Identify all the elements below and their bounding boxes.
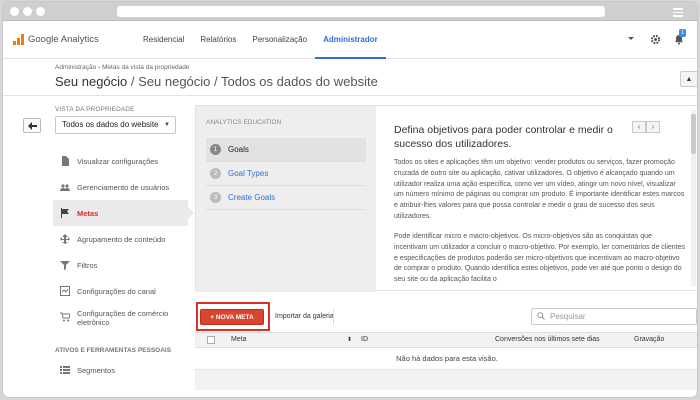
step-label: Goals (228, 145, 249, 154)
search-input[interactable]: Pesquisar (531, 308, 697, 325)
chevron-down-icon[interactable] (625, 33, 637, 45)
segments-list: Segmentos (53, 357, 188, 383)
sort-arrow-icon[interactable]: ⬍ (347, 336, 352, 343)
col-conversions[interactable]: Conversões nos últimos sete dias (495, 336, 600, 343)
bell-icon[interactable]: 1 (673, 29, 687, 45)
address-bar[interactable] (117, 6, 605, 17)
nav-residencial[interactable]: Residencial (135, 21, 192, 59)
col-id[interactable]: ID (361, 336, 368, 343)
view-label: VISTA DA PROPRIEDADE (55, 106, 135, 113)
document-icon (62, 156, 69, 166)
table-empty-message: Não há dados para esta visão. (195, 348, 697, 370)
notification-badge: 1 (679, 29, 687, 37)
account-name[interactable]: Seu negócio (55, 74, 127, 89)
education-pager: ‹ › (632, 121, 660, 133)
ga-header: Google Analytics Residencial Relatórios … (3, 21, 697, 59)
view-select[interactable]: Todos os dados do website ▼ (55, 116, 176, 134)
page-title: Seu negócio / Seu negócio / Todos os dad… (55, 74, 378, 89)
analytics-logo-icon (13, 34, 24, 45)
sidebar-item-segments[interactable]: Segmentos (53, 357, 188, 383)
breadcrumb: Administração › Metas da vista da propri… (55, 64, 189, 71)
gear-icon[interactable] (649, 33, 661, 45)
title-divider (3, 95, 697, 96)
arrow-left-icon (27, 121, 37, 130)
sidebar-item-view-settings[interactable]: Visualizar configurações (53, 148, 188, 174)
sidebar-item-goals[interactable]: Metas (53, 200, 194, 226)
breadcrumb-admin[interactable]: Administração (55, 64, 96, 71)
previous-icon[interactable]: ‹ (632, 121, 646, 133)
education-content: Defina objetivos para poder controlar e … (376, 106, 697, 290)
sidebar-item-label: Configurações do canal (77, 286, 156, 296)
sidebar-item-label: Configurações de comércio eletrônico (77, 309, 169, 327)
nav-personalizacao[interactable]: Personalização (244, 21, 315, 59)
search-placeholder: Pesquisar (550, 312, 586, 321)
main-nav: Residencial Relatórios Personalização Ad… (135, 21, 386, 59)
step-number: 1 (210, 144, 221, 155)
education-steps-panel: ANALYTICS EDUCATION 1 Goals 2 Goal Types… (196, 106, 376, 292)
education-title: Defina objetivos para poder controlar e … (394, 124, 613, 150)
education-paragraph-1: Todos os sites e aplicações têm um objet… (394, 159, 685, 220)
table-footer (195, 370, 697, 390)
property-view-path: / Seu negócio / Todos os dados do websit… (127, 74, 378, 89)
back-button[interactable] (23, 118, 41, 133)
view-select-value: Todos os dados do website (62, 120, 159, 129)
step-goal-types[interactable]: 2 Goal Types (206, 162, 366, 186)
toolbar-divider (333, 309, 334, 325)
step-goals[interactable]: 1 Goals (206, 138, 366, 162)
grouping-icon (60, 234, 70, 244)
step-create-goals[interactable]: 3 Create Goals (206, 186, 366, 210)
sidebar-item-label: Metas (77, 208, 99, 218)
education-scrollbar[interactable] (691, 110, 696, 286)
analytics-education-panel: ANALYTICS EDUCATION 1 Goals 2 Goal Types… (195, 105, 697, 292)
sidebar-item-label: Segmentos (77, 365, 115, 375)
col-meta[interactable]: Meta (231, 336, 247, 343)
step-number: 3 (210, 192, 221, 203)
education-header: ANALYTICS EDUCATION (206, 119, 282, 126)
education-toggle-button[interactable] (680, 71, 697, 87)
segments-icon (60, 366, 70, 374)
ga-logo[interactable]: Google Analytics (13, 34, 99, 45)
window-close-dot[interactable] (10, 7, 19, 16)
sidebar-item-ecommerce-settings[interactable]: Configurações de comércio eletrônico (53, 304, 188, 330)
sidebar-item-channel-settings[interactable]: Configurações do canal (53, 278, 188, 304)
import-from-gallery-button[interactable]: Importar da galeria (275, 313, 334, 320)
nav-administrador[interactable]: Administrador (315, 21, 386, 59)
browser-window: Google Analytics Residencial Relatórios … (3, 2, 697, 397)
flag-icon (61, 208, 69, 218)
col-recording[interactable]: Gravação (634, 336, 664, 343)
header-actions: 1 (625, 29, 687, 45)
users-icon (60, 184, 70, 191)
filter-icon (60, 261, 70, 270)
window-minimize-dot[interactable] (23, 7, 32, 16)
goals-table: Meta ⬍ ID Conversões nos últimos sete di… (195, 332, 697, 390)
browser-chrome (3, 2, 697, 21)
sidebar-item-label: Gerenciamento de usuários (77, 182, 170, 192)
breadcrumb-goals[interactable]: Metas da vista da propriedade (102, 64, 189, 71)
sidebar-item-user-management[interactable]: Gerenciamento de usuários (53, 174, 188, 200)
logo-text: Google Analytics (28, 34, 99, 45)
sidebar-item-content-grouping[interactable]: Agrupamento de conteúdo (53, 226, 188, 252)
education-paragraph-2: Pode identificar micro e macro-objetivos… (394, 233, 686, 284)
sidebar-item-label: Agrupamento de conteúdo (77, 234, 166, 244)
step-label: Goal Types (228, 169, 269, 178)
channel-icon (60, 286, 70, 296)
next-icon[interactable]: › (646, 121, 660, 133)
nav-relatorios[interactable]: Relatórios (192, 21, 244, 59)
personal-tools-label: ATIVOS E FERRAMENTAS PESSOAIS (55, 347, 172, 354)
search-icon (537, 312, 545, 320)
sidebar-item-filters[interactable]: Filtros (53, 252, 188, 278)
education-steps: 1 Goals 2 Goal Types 3 Create Goals (206, 138, 366, 210)
browser-menu-icon[interactable] (671, 6, 685, 17)
sidebar-item-label: Visualizar configurações (77, 156, 159, 166)
cart-icon (60, 312, 70, 322)
sidebar-item-label: Filtros (77, 260, 98, 270)
select-arrow-icon: ▼ (164, 122, 170, 128)
step-number: 2 (210, 168, 221, 179)
table-header: Meta ⬍ ID Conversões nos últimos sete di… (195, 332, 697, 348)
window-maximize-dot[interactable] (36, 7, 45, 16)
select-all-checkbox[interactable] (207, 336, 215, 344)
step-label: Create Goals (228, 193, 276, 202)
sidebar-list: Visualizar configurações Gerenciamento d… (53, 148, 194, 330)
new-goal-button[interactable]: + NOVA META (200, 309, 264, 325)
